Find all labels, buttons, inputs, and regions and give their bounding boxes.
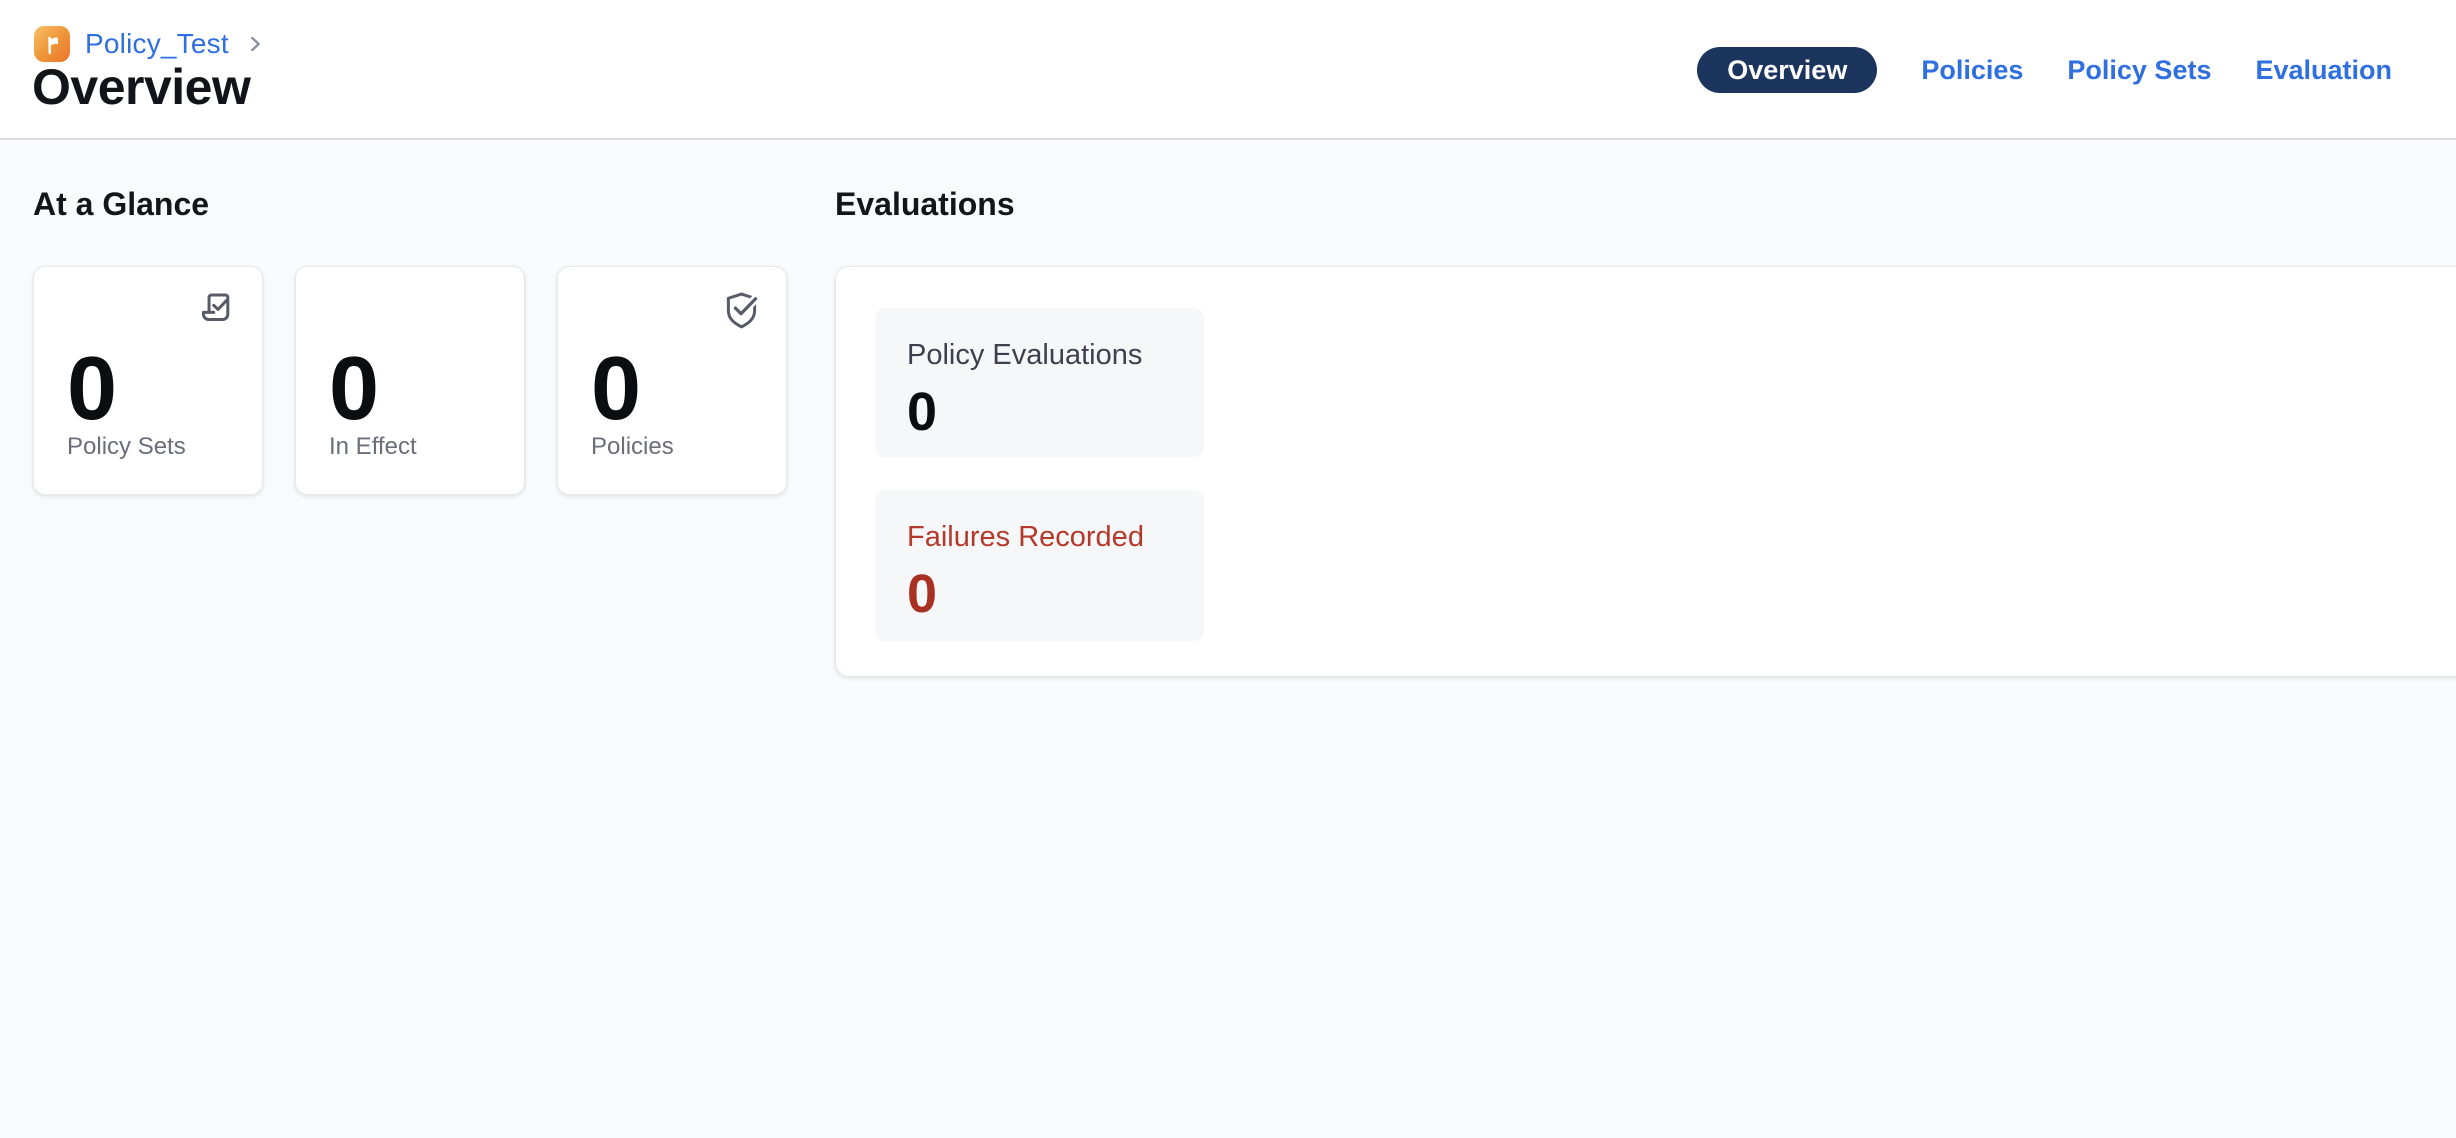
flag-glyph xyxy=(40,32,64,56)
flag-project-icon xyxy=(34,26,70,62)
main-content: At a Glance 0 Policy Sets 0 In Effect xyxy=(0,142,2456,1138)
failures-recorded-stat: Failures Recorded 0 xyxy=(875,490,1204,641)
tab-evaluation[interactable]: Evaluation xyxy=(2255,57,2392,84)
chevron-right-icon xyxy=(244,33,266,55)
tab-overview[interactable]: Overview xyxy=(1697,47,1877,93)
in-effect-label: In Effect xyxy=(329,431,417,462)
policy-sets-card: 0 Policy Sets xyxy=(33,266,263,495)
failures-recorded-label: Failures Recorded xyxy=(907,518,1172,557)
policies-label: Policies xyxy=(591,431,674,462)
scroll-check-icon xyxy=(195,287,240,332)
policies-card: 0 Policies xyxy=(557,266,787,495)
tab-policies[interactable]: Policies xyxy=(1921,57,2023,84)
shield-check-icon xyxy=(719,287,764,332)
at-a-glance-heading: At a Glance xyxy=(33,184,209,226)
tab-policy-sets[interactable]: Policy Sets xyxy=(2067,57,2211,84)
policies-count: 0 xyxy=(591,344,641,434)
at-a-glance-cards: 0 Policy Sets 0 In Effect 0 Policies xyxy=(33,266,787,495)
page-header: Policy_Test Overview Overview Policies P… xyxy=(0,0,2456,140)
in-effect-count: 0 xyxy=(329,344,379,434)
header-nav: Overview Policies Policy Sets Evaluation xyxy=(1697,47,2392,93)
failures-recorded-count: 0 xyxy=(907,567,1172,621)
page-title: Overview xyxy=(32,62,250,112)
in-effect-card: 0 In Effect xyxy=(295,266,525,495)
breadcrumb: Policy_Test xyxy=(34,26,266,62)
policy-evaluations-stat: Policy Evaluations 0 xyxy=(875,308,1204,457)
breadcrumb-project-link[interactable]: Policy_Test xyxy=(85,28,229,60)
evaluations-heading: Evaluations xyxy=(835,184,1015,226)
policy-sets-label: Policy Sets xyxy=(67,431,186,462)
policy-evaluations-label: Policy Evaluations xyxy=(907,336,1172,375)
evaluations-card: Policy Evaluations 0 Failures Recorded 0 xyxy=(835,266,2456,677)
policy-sets-count: 0 xyxy=(67,344,117,434)
policy-evaluations-count: 0 xyxy=(907,385,1172,439)
